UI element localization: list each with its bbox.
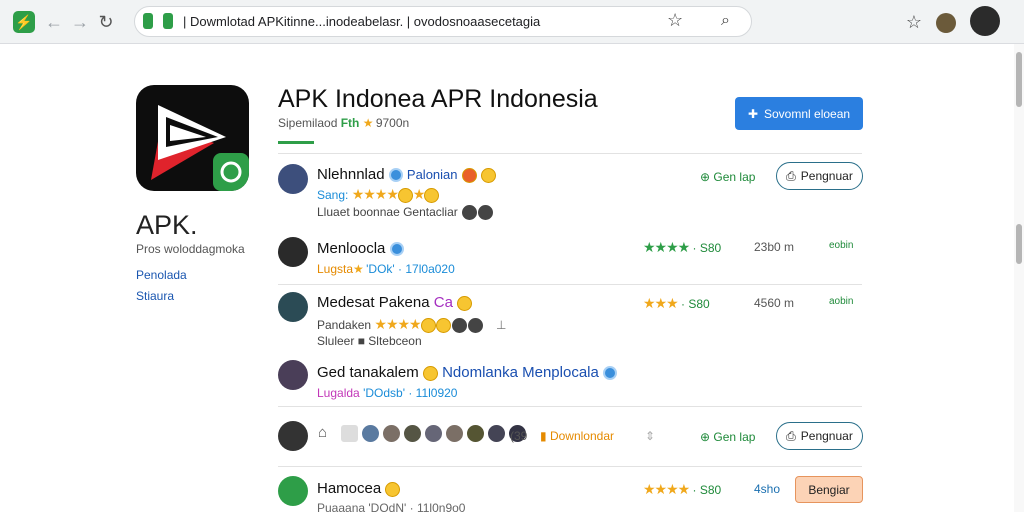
follower-count: (39 <box>510 429 528 443</box>
list-item-rating: Lugsta★ 'DOk' · 17l0a020 <box>317 262 455 276</box>
bell-icon: ⎙ <box>786 168 796 183</box>
thumbs-up-icon[interactable]: ⊥ <box>496 318 506 332</box>
download-count: eobin <box>829 240 854 251</box>
profile-avatar-icon[interactable] <box>936 13 956 33</box>
star-icon[interactable]: ☆ <box>902 10 926 34</box>
download-icon: ✚ <box>747 106 758 121</box>
active-tab-indicator <box>278 141 314 144</box>
download-count: aobin <box>829 296 854 307</box>
avatar[interactable] <box>278 237 308 267</box>
divider <box>278 466 862 467</box>
address-bar[interactable]: | Dowmlotad APKitinne...inodeabelasr. | … <box>134 6 752 37</box>
emoji-icon <box>480 167 496 183</box>
download-button[interactable]: ✚ Sovomnl eloean <box>735 97 863 130</box>
list-item-meta: Sluleer ■ Sltebceon <box>317 334 422 348</box>
chart-icon: ▮ <box>540 429 547 443</box>
rating-star-icon: ★ <box>362 116 374 130</box>
downloads-label: ▮ Downlondar <box>540 429 614 443</box>
subscribe-button[interactable]: ⎙ Pengnuar <box>776 162 863 190</box>
rating-stars: ★★★ · S80 <box>643 295 710 311</box>
lock-icon <box>163 13 173 29</box>
scrollbar[interactable] <box>1014 44 1024 512</box>
sidebar-link-2[interactable]: Stiaura <box>136 289 174 303</box>
bell-icon: ⎙ <box>786 428 796 443</box>
back-icon[interactable]: ← <box>42 10 66 34</box>
list-item-status: ⊕ Gen lap <box>700 170 756 184</box>
list-item-rating: Pandaken ★★★★ ⊥ <box>317 316 507 334</box>
file-size: 4560 m <box>754 296 795 310</box>
list-item-rating: Lugalda 'DOdsb' · 11l0920 <box>317 386 458 400</box>
meta-tag: Fth <box>340 116 360 130</box>
verified-icon <box>389 242 404 257</box>
install-button[interactable]: Bengiar <box>795 476 863 503</box>
page-title: APK Indonea APR Indonesia <box>278 85 598 113</box>
sidebar-link-1[interactable]: Penolada <box>136 268 187 282</box>
scrollbar-thumb-lower[interactable] <box>1016 224 1022 264</box>
emoji-icon <box>461 167 477 183</box>
url-text[interactable]: | Dowmlotad APKitinne...inodeabelasr. | … <box>183 14 663 29</box>
list-item-name[interactable]: Menloocla <box>317 240 404 257</box>
list-item-rating: Sang: ★★★★ ★ <box>317 186 440 204</box>
download-button-label: Sovomnl eloean <box>764 106 851 121</box>
search-icon[interactable]: ⌕ <box>721 12 730 30</box>
avatar[interactable] <box>278 292 308 322</box>
rating-stars: ★★★★ · S80 <box>643 239 722 255</box>
sidebar-title: APK. <box>136 210 198 240</box>
extension-icon[interactable]: ⚡ <box>13 11 35 33</box>
app-icon <box>136 85 249 191</box>
app-avatar[interactable] <box>278 476 308 506</box>
shield-icon <box>143 13 153 29</box>
list-item-meta: Lluaet boonnae Gentacliar <box>317 205 494 221</box>
emoji-icon <box>457 295 473 311</box>
file-size: 23b0 m <box>754 240 795 254</box>
subscribe-button[interactable]: ⎙ Pengnuar <box>776 422 863 450</box>
browser-toolbar: ⚡ ← → ↻ | Dowmlotad APKitinne...inodeabe… <box>0 0 1024 44</box>
avatar[interactable] <box>278 360 308 390</box>
emoji-icon <box>385 481 401 497</box>
list-item-rating: Puaaana 'DOdN' · 11l0n9o0 <box>317 501 466 515</box>
scrollbar-thumb[interactable] <box>1016 52 1022 107</box>
file-size: 4sho <box>754 482 781 496</box>
list-item-name[interactable]: Medesat Pakena Ca <box>317 294 473 311</box>
avatar-stack: ⌂ <box>318 424 527 443</box>
app-meta: Sipemilaod Fth ★ 9700n <box>278 116 409 130</box>
divider <box>278 284 862 285</box>
reload-icon[interactable]: ↻ <box>94 10 118 34</box>
rating-stars: ★★★★ · S80 <box>643 481 722 497</box>
sort-icon[interactable]: ⇕ <box>645 429 655 443</box>
list-item-name[interactable]: Ged tanakalem Ndomlanka Menplocala <box>317 364 618 381</box>
list-item-name[interactable]: Nlehnnlad Palonian <box>317 166 496 183</box>
account-avatar[interactable] <box>970 6 1000 36</box>
verified-icon <box>603 366 618 381</box>
verified-icon <box>388 168 403 183</box>
meta-rating: 9700n <box>375 116 410 130</box>
list-item-name[interactable]: Hamocea <box>317 480 401 497</box>
meta-label: Sipemilaod <box>278 116 338 130</box>
emoji-icon <box>422 365 438 381</box>
list-item-status: ⊕ Gen lap <box>700 430 756 444</box>
divider <box>278 406 862 407</box>
avatar[interactable] <box>278 421 308 451</box>
bookmark-star-icon[interactable]: ☆ <box>667 10 683 31</box>
divider <box>278 153 862 154</box>
sidebar-subtitle: Pros woloddagmoka <box>136 242 245 256</box>
avatar[interactable] <box>278 164 308 194</box>
forward-icon[interactable]: → <box>68 10 92 34</box>
